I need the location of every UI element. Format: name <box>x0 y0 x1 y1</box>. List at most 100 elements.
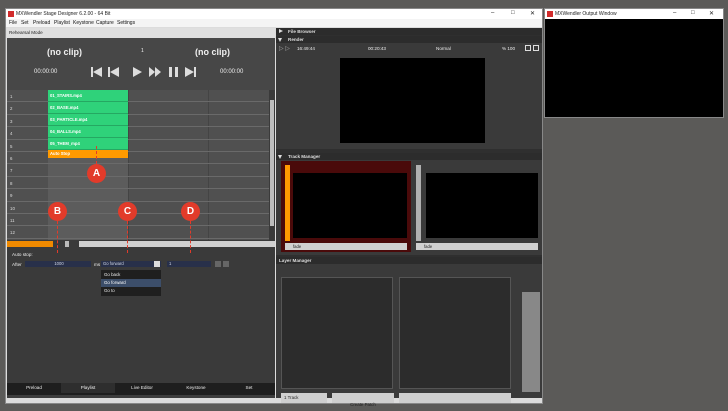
render-elapsed: 00:20:43 <box>368 46 386 51</box>
menu-settings[interactable]: Settings <box>117 20 135 26</box>
menu-set[interactable]: Set <box>21 20 29 26</box>
horizontal-scrollbar[interactable] <box>79 241 275 247</box>
clip-04[interactable]: 04_BALLS.mp4 <box>48 126 128 138</box>
option-go-back[interactable]: Go back <box>101 271 161 279</box>
menu-capture[interactable]: Capture <box>96 20 114 26</box>
after-label: After <box>12 262 22 267</box>
tab-preload[interactable]: Preload <box>7 383 61 393</box>
menu-playlist[interactable]: Playlist <box>54 20 70 26</box>
playlist-scrollbar[interactable] <box>269 90 275 240</box>
row-number: 12 <box>10 230 15 236</box>
increment-button[interactable] <box>223 261 229 267</box>
track-select[interactable]: 1 Track <box>281 393 327 403</box>
transport-controls <box>91 67 196 77</box>
layer-manager-header[interactable]: Layer Manager <box>276 257 542 264</box>
playlist-row[interactable]: 12 <box>7 226 269 239</box>
track-select-value: 1 Track <box>284 395 299 400</box>
scrollbar-thumb[interactable] <box>270 100 274 226</box>
playlist-row[interactable]: 5 <box>7 140 269 152</box>
menu-keystone[interactable]: Keystone <box>73 20 94 26</box>
tab-live-editor[interactable]: Live Editor <box>115 383 169 393</box>
minimize-button[interactable]: – <box>491 10 494 16</box>
render-percent: % 100 <box>502 46 516 51</box>
marker-a: A <box>87 164 106 183</box>
decrement-button[interactable] <box>215 261 221 267</box>
track-1-preview <box>293 173 407 238</box>
timeline-scroll[interactable] <box>7 240 275 248</box>
track-2-preview <box>426 173 538 238</box>
track-2[interactable]: fade <box>414 161 540 252</box>
patch-name-field[interactable] <box>399 393 511 403</box>
collapse-arrow-icon[interactable] <box>278 38 282 42</box>
skip-back-icon[interactable] <box>91 67 102 77</box>
tab-keystone[interactable]: Keystone <box>169 383 223 393</box>
step-back-icon[interactable] <box>108 67 119 77</box>
pause-icon[interactable] <box>169 67 178 77</box>
transport-area: (no clip) 1 (no clip) 00:00:00 00:00:00 <box>7 38 275 90</box>
clip-02[interactable]: 02_BASE.mp4 <box>48 102 128 114</box>
marker-c-line <box>127 221 128 253</box>
clip-05[interactable]: 05_THEM_mp4 <box>48 138 128 150</box>
playlist-row[interactable]: 7 <box>7 164 269 177</box>
expand-arrow-icon[interactable] <box>279 29 283 33</box>
track-manager-label: Track Manager <box>288 154 321 159</box>
output-close-button[interactable]: ✕ <box>709 10 714 17</box>
tab-set[interactable]: Set <box>223 383 275 393</box>
track-2-fade: fade <box>424 244 433 249</box>
playlist-row[interactable]: 1 <box>7 90 269 103</box>
action-select[interactable]: Go forward <box>101 261 161 267</box>
file-browser-header[interactable]: File Browser <box>276 28 542 35</box>
output-maximize-button[interactable]: □ <box>691 10 695 16</box>
after-input[interactable]: 1000 <box>25 261 91 267</box>
playlist-row[interactable]: 3 <box>7 115 269 128</box>
menu-preload[interactable]: Preload <box>33 20 50 26</box>
right-clip-label: (no clip) <box>195 47 230 57</box>
playlist-row[interactable]: 2 <box>7 102 269 115</box>
collapse-arrow-icon[interactable] <box>278 155 282 159</box>
play-icon[interactable] <box>133 67 142 77</box>
zoom-icon[interactable] <box>525 45 531 51</box>
rehearsal-label: Rehearsal Mode <box>9 30 43 35</box>
playlist-row[interactable]: 9 <box>7 189 269 202</box>
layer-slot-2[interactable] <box>399 277 511 389</box>
track-2-fader[interactable] <box>416 165 421 241</box>
play-icon[interactable]: ▷ ▷ <box>279 45 290 52</box>
fast-forward-icon[interactable] <box>149 67 161 77</box>
track-1-fade: fade <box>293 244 302 249</box>
app-logo-icon <box>547 11 553 17</box>
marker-a-line <box>96 146 97 164</box>
tab-playlist[interactable]: Playlist <box>61 383 115 393</box>
track-1[interactable]: fade <box>281 161 411 252</box>
playlist-row[interactable]: 4 <box>7 127 269 140</box>
create-patch-button[interactable]: Create Patch <box>332 393 394 407</box>
layer-side-bar[interactable] <box>522 292 540 392</box>
maximize-button[interactable]: □ <box>511 10 515 16</box>
playlist-grid: 1 2 3 4 5 6 7 8 9 10 11 12 01_STAIRS.mp4 02_BASE.mp… <box>7 90 275 240</box>
playlist-row[interactable]: 8 <box>7 177 269 190</box>
row-number: 5 <box>10 143 13 149</box>
clip-01[interactable]: 01_STAIRS.mp4 <box>48 90 128 102</box>
layer-slot-1[interactable] <box>281 277 393 389</box>
playlist-row[interactable]: 10 <box>7 202 269 214</box>
render-panel: ▷ ▷ 16:49:44 00:20:43 Normal % 100 <box>276 43 542 149</box>
menu-file[interactable]: File <box>9 20 17 26</box>
playlist-row[interactable]: 11 <box>7 214 269 227</box>
output-minimize-button[interactable]: – <box>673 10 676 16</box>
output-window-title: MXWendler Output Window <box>555 11 617 17</box>
target-input[interactable]: 1 <box>167 261 211 267</box>
auto-stop-clip[interactable]: Auto Stop <box>48 150 128 158</box>
fullscreen-icon[interactable] <box>533 45 539 51</box>
option-go-to[interactable]: Go to <box>101 287 161 295</box>
autostop-editor: Auto stop: After 1000 ms Go forward 1 Go… <box>7 248 275 383</box>
marker-c: C <box>118 202 137 221</box>
render-header[interactable]: Render <box>276 36 542 43</box>
track-manager-header[interactable]: Track Manager <box>276 153 542 160</box>
chevron-down-icon[interactable] <box>154 261 160 267</box>
playlist-row[interactable]: 6 <box>7 152 269 165</box>
close-button[interactable]: ✕ <box>530 10 535 17</box>
track-1-fader[interactable] <box>285 165 290 241</box>
row-number: 2 <box>10 106 13 112</box>
skip-forward-icon[interactable] <box>185 67 196 77</box>
clip-03[interactable]: 03_PARTICLE.mp4 <box>48 114 128 126</box>
option-go-forward[interactable]: Go forward <box>101 279 161 287</box>
